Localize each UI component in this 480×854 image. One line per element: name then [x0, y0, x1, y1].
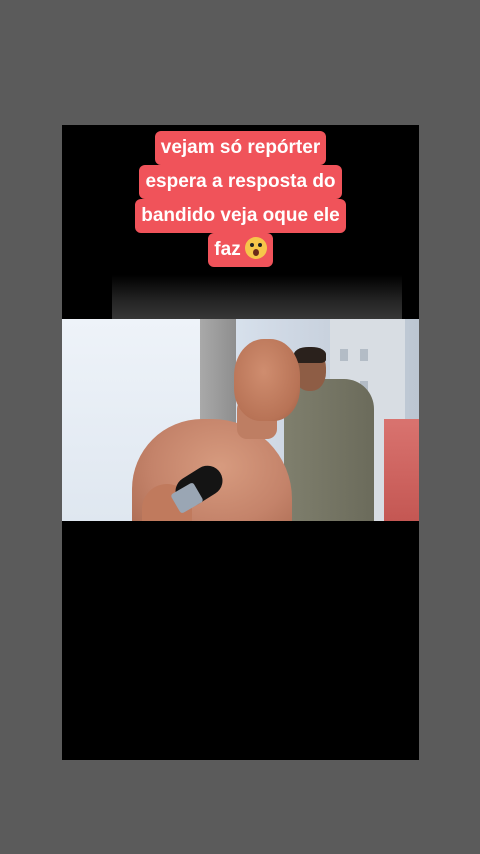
screaming-face-emoji-icon — [244, 237, 267, 259]
caption-line-3: bandido veja oque ele — [135, 199, 346, 233]
video-player[interactable]: vejam só repórter espera a resposta do b… — [62, 125, 419, 760]
bystander-figure — [384, 419, 419, 521]
video-caption: vejam só repórter espera a resposta do b… — [62, 131, 419, 267]
caption-line-4-text: faz — [214, 239, 241, 260]
officer-hair — [294, 347, 326, 363]
building-window — [360, 349, 368, 361]
blurred-video-band — [112, 275, 402, 320]
video-still-image — [62, 319, 419, 521]
caption-line-2: espera a resposta do — [139, 165, 342, 199]
interviewee-head — [234, 339, 300, 421]
caption-line-1: vejam só repórter — [154, 131, 327, 165]
caption-line-4: faz — [208, 233, 273, 267]
building-window — [340, 349, 348, 361]
